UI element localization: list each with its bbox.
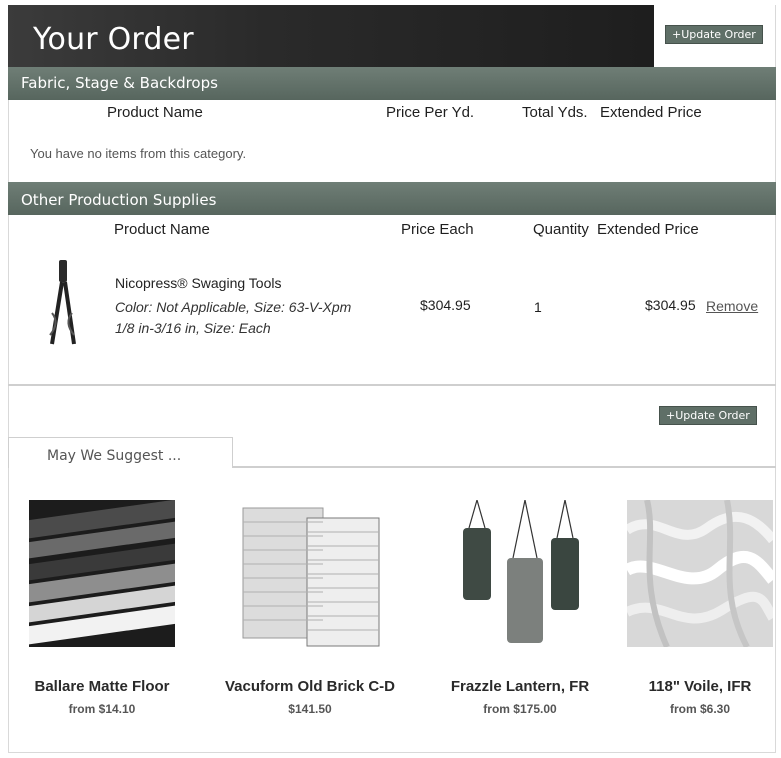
brick-panel-image	[237, 500, 383, 647]
update-order-button-top[interactable]: +Update Order	[665, 25, 763, 44]
column-header-total-yds: Total Yds.	[522, 104, 588, 121]
quantity-value[interactable]: 1	[534, 299, 542, 315]
column-header-price-each: Price Each	[401, 221, 474, 238]
tab-label: May We Suggest ...	[47, 448, 182, 464]
suggestion-name: 118" Voile, IFR	[648, 678, 752, 695]
product-details: Color: Not Applicable, Size: 63-V-Xpm 1/…	[115, 299, 352, 336]
empty-category-message: You have no items from this category.	[30, 146, 247, 161]
section-title: Fabric, Stage & Backdrops	[21, 74, 218, 92]
column-header-product-name: Product Name	[107, 104, 203, 121]
column-header-product-name: Product Name	[114, 221, 210, 238]
suggestion-name: Vacuform Old Brick C-D	[224, 678, 396, 695]
title-bar: Your Order	[8, 5, 654, 67]
frazzle-lantern-image	[447, 499, 593, 647]
suggestion-name: Ballare Matte Floor	[34, 678, 170, 695]
column-header-extended-price: Extended Price	[600, 104, 702, 121]
column-header-extended-price: Extended Price	[597, 221, 699, 238]
swaging-tool-image	[49, 260, 76, 345]
suggestion-card[interactable]: 118" Voile, IFR from $6.30	[620, 499, 780, 716]
update-order-button-bottom[interactable]: +Update Order	[659, 406, 757, 425]
section-header-fabric: Fabric, Stage & Backdrops	[8, 67, 776, 100]
suggestion-card[interactable]: Ballare Matte Floor from $14.10	[18, 497, 190, 716]
section-header-supplies: Other Production Supplies	[8, 182, 776, 215]
suggestion-price: from $14.10	[68, 702, 136, 716]
section-title: Other Production Supplies	[21, 191, 217, 209]
suggestion-card[interactable]: Vacuform Old Brick C-D $141.50	[225, 500, 395, 716]
extended-price: $304.95	[645, 297, 696, 313]
column-header-quantity: Quantity	[533, 221, 589, 238]
suggestion-price: from $175.00	[483, 702, 557, 716]
ballare-floor-image	[18, 497, 190, 647]
tab-underline	[233, 466, 776, 468]
suggestion-price: $141.50	[288, 702, 332, 716]
remove-link[interactable]: Remove	[706, 298, 758, 314]
column-header-price-per-yd: Price Per Yd.	[386, 104, 475, 121]
voile-fabric-image	[623, 499, 778, 649]
section-divider	[8, 384, 776, 386]
price-each: $304.95	[420, 297, 471, 313]
tab-may-we-suggest[interactable]: May We Suggest ...	[8, 437, 233, 468]
suggestion-card[interactable]: Frazzle Lantern, FR from $175.00	[440, 499, 600, 716]
suggestion-name: Frazzle Lantern, FR	[450, 678, 590, 695]
product-name: Nicopress® Swaging Tools	[115, 275, 282, 291]
page-title: Your Order	[33, 22, 194, 57]
suggestion-price: from $6.30	[669, 702, 731, 716]
